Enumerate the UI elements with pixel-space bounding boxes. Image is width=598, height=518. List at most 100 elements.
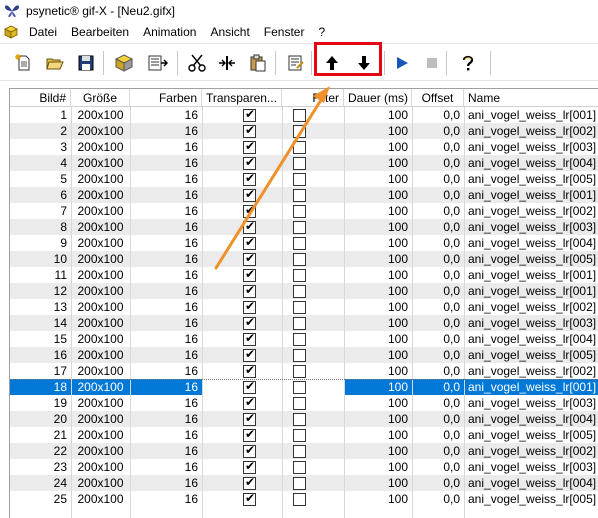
table-row[interactable]: 19 200x100 16 ✔ 100 0,0 ani_vogel_weiss_lr[003…: [10, 395, 598, 411]
transparent-checkbox[interactable]: ✔: [243, 363, 256, 378]
transparent-checkbox[interactable]: ✔: [243, 443, 256, 458]
table-row[interactable]: 15 200x100 16 ✔ 100 0,0 ani_vogel_weiss_lr[004…: [10, 331, 598, 347]
table-row[interactable]: 22 200x100 16 ✔ 100 0,0 ani_vogel_weiss_lr[002…: [10, 443, 598, 459]
transparent-checkbox[interactable]: ✔: [243, 107, 256, 122]
transparent-checkbox[interactable]: ✔: [243, 155, 256, 170]
table-row[interactable]: 12 200x100 16 ✔ 100 0,0 ani_vogel_weiss_lr[001…: [10, 283, 598, 299]
transparent-checkbox[interactable]: ✔: [243, 459, 256, 474]
filter-checkbox[interactable]: [293, 365, 306, 378]
col-header-name[interactable]: Name: [464, 89, 598, 107]
filter-checkbox[interactable]: [293, 381, 306, 394]
transparent-checkbox[interactable]: ✔: [243, 491, 256, 506]
paste-icon[interactable]: [246, 51, 270, 75]
col-header-farben[interactable]: Farben: [130, 89, 202, 107]
col-header-filter[interactable]: Filter: [282, 89, 344, 107]
table-row[interactable]: 20 200x100 16 ✔ 100 0,0 ani_vogel_weiss_lr[004…: [10, 411, 598, 427]
properties-icon[interactable]: [284, 51, 308, 75]
col-header-groesse[interactable]: Größe: [71, 89, 130, 107]
table-row[interactable]: 9 200x100 16 ✔ 100 0,0 ani_vogel_weiss_lr[004]: [10, 235, 598, 251]
transparent-checkbox[interactable]: ✔: [243, 139, 256, 154]
col-header-dauer[interactable]: Dauer (ms): [344, 89, 412, 107]
menu-animation[interactable]: Animation: [136, 22, 203, 42]
open-folder-icon[interactable]: [43, 51, 67, 75]
filter-checkbox[interactable]: [293, 253, 306, 266]
transparent-checkbox[interactable]: ✔: [243, 267, 256, 282]
filter-checkbox[interactable]: [293, 301, 306, 314]
table-row-selected[interactable]: 18 200x100 16 ✔ 100 0,0 ani_vogel_weiss_lr[001…: [10, 379, 598, 395]
table-row[interactable]: 16 200x100 16 ✔ 100 0,0 ani_vogel_weiss_lr[005…: [10, 347, 598, 363]
cut-icon[interactable]: [185, 51, 209, 75]
filter-checkbox[interactable]: [293, 445, 306, 458]
app-menu-cube-icon[interactable]: [3, 24, 19, 40]
menu-fenster[interactable]: Fenster: [257, 22, 312, 42]
transparent-checkbox[interactable]: ✔: [243, 123, 256, 138]
filter-checkbox[interactable]: [293, 109, 306, 122]
transparent-checkbox[interactable]: ✔: [243, 219, 256, 234]
save-icon[interactable]: [74, 51, 98, 75]
help-icon[interactable]: [456, 51, 480, 75]
col-header-bild[interactable]: Bild#: [10, 89, 71, 107]
table-row[interactable]: 5 200x100 16 ✔ 100 0,0 ani_vogel_weiss_lr[005]: [10, 171, 598, 187]
filter-checkbox[interactable]: [293, 157, 306, 170]
filter-checkbox[interactable]: [293, 333, 306, 346]
table-row[interactable]: 13 200x100 16 ✔ 100 0,0 ani_vogel_weiss_lr[002…: [10, 299, 598, 315]
transparent-checkbox[interactable]: ✔: [243, 203, 256, 218]
transparent-checkbox[interactable]: ✔: [243, 427, 256, 442]
menu-ansicht[interactable]: Ansicht: [203, 22, 256, 42]
filter-checkbox[interactable]: [293, 285, 306, 298]
filter-checkbox[interactable]: [293, 125, 306, 138]
transparent-checkbox[interactable]: ✔: [243, 315, 256, 330]
transparent-checkbox[interactable]: ✔: [243, 395, 256, 410]
transparent-checkbox[interactable]: ✔: [243, 283, 256, 298]
transparent-checkbox[interactable]: ✔: [243, 187, 256, 202]
filter-checkbox[interactable]: [293, 429, 306, 442]
table-row[interactable]: 11 200x100 16 ✔ 100 0,0 ani_vogel_weiss_lr[001…: [10, 267, 598, 283]
table-row[interactable]: 8 200x100 16 ✔ 100 0,0 ani_vogel_weiss_lr[003]: [10, 219, 598, 235]
transparent-checkbox[interactable]: ✔: [243, 379, 256, 394]
filter-checkbox[interactable]: [293, 477, 306, 490]
table-row[interactable]: 17 200x100 16 ✔ 100 0,0 ani_vogel_weiss_lr[002…: [10, 363, 598, 379]
filter-checkbox[interactable]: [293, 237, 306, 250]
menu-bearbeiten[interactable]: Bearbeiten: [64, 22, 136, 42]
filter-checkbox[interactable]: [293, 205, 306, 218]
table-row[interactable]: 6 200x100 16 ✔ 100 0,0 ani_vogel_weiss_lr[001]: [10, 187, 598, 203]
filter-checkbox[interactable]: [293, 493, 306, 506]
new-file-icon[interactable]: [12, 51, 36, 75]
table-row[interactable]: 21 200x100 16 ✔ 100 0,0 ani_vogel_weiss_lr[005…: [10, 427, 598, 443]
transparent-checkbox[interactable]: ✔: [243, 171, 256, 186]
stop-icon[interactable]: [420, 51, 444, 75]
transparent-checkbox[interactable]: ✔: [243, 299, 256, 314]
transparent-checkbox[interactable]: ✔: [243, 235, 256, 250]
transparent-checkbox[interactable]: ✔: [243, 347, 256, 362]
transparent-checkbox[interactable]: ✔: [243, 331, 256, 346]
menu-datei[interactable]: Datei: [22, 22, 64, 42]
filter-checkbox[interactable]: [293, 317, 306, 330]
filter-checkbox[interactable]: [293, 397, 306, 410]
filter-checkbox[interactable]: [293, 413, 306, 426]
table-row[interactable]: 25 200x100 16 ✔ 100 0,0 ani_vogel_weiss_lr[005…: [10, 491, 598, 507]
filter-checkbox[interactable]: [293, 461, 306, 474]
play-icon[interactable]: [390, 51, 414, 75]
table-row[interactable]: 24 200x100 16 ✔ 100 0,0 ani_vogel_weiss_lr[004…: [10, 475, 598, 491]
filter-checkbox[interactable]: [293, 189, 306, 202]
transparent-checkbox[interactable]: ✔: [243, 475, 256, 490]
table-row[interactable]: 14 200x100 16 ✔ 100 0,0 ani_vogel_weiss_lr[003…: [10, 315, 598, 331]
transparent-checkbox[interactable]: ✔: [243, 411, 256, 426]
export-icon[interactable]: [146, 51, 170, 75]
table-row[interactable]: 10 200x100 16 ✔ 100 0,0 ani_vogel_weiss_lr[005…: [10, 251, 598, 267]
table-row[interactable]: 23 200x100 16 ✔ 100 0,0 ani_vogel_weiss_lr[003…: [10, 459, 598, 475]
filter-checkbox[interactable]: [293, 349, 306, 362]
table-row[interactable]: 7 200x100 16 ✔ 100 0,0 ani_vogel_weiss_lr[002]: [10, 203, 598, 219]
filter-checkbox[interactable]: [293, 221, 306, 234]
menu-help[interactable]: ?: [311, 22, 332, 42]
table-row[interactable]: 4 200x100 16 ✔ 100 0,0 ani_vogel_weiss_lr[004]: [10, 155, 598, 171]
split-icon[interactable]: [215, 51, 239, 75]
filter-checkbox[interactable]: [293, 269, 306, 282]
col-header-offset[interactable]: Offset: [412, 89, 464, 107]
col-header-transparent[interactable]: Transparen...: [202, 89, 282, 107]
cube-icon[interactable]: [112, 51, 136, 75]
table-row[interactable]: 1 200x100 16 ✔ 100 0,0 ani_vogel_weiss_lr[001]: [10, 107, 598, 123]
filter-checkbox[interactable]: [293, 173, 306, 186]
table-row[interactable]: 3 200x100 16 ✔ 100 0,0 ani_vogel_weiss_lr[003]: [10, 139, 598, 155]
table-row[interactable]: 2 200x100 16 ✔ 100 0,0 ani_vogel_weiss_lr[002]: [10, 123, 598, 139]
